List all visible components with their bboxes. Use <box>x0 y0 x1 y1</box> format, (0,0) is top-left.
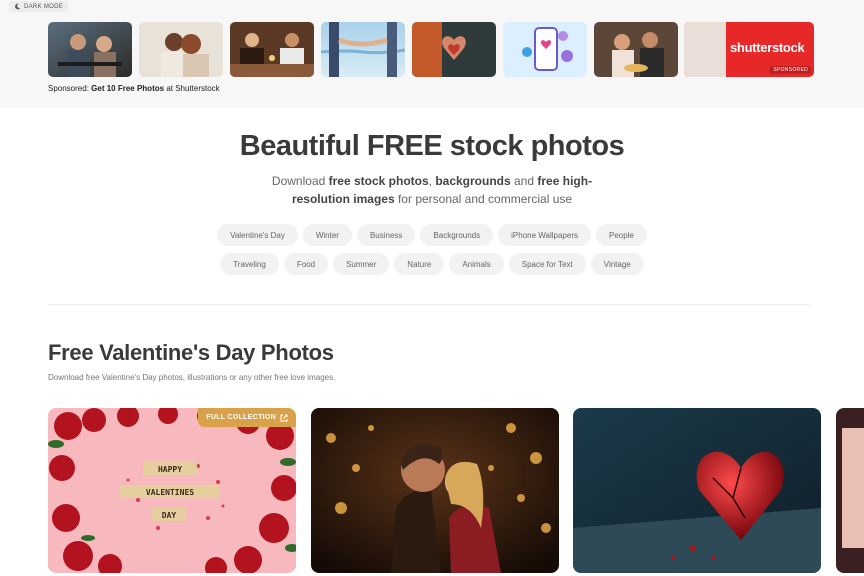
tag-chip[interactable]: Space for Text <box>508 253 586 275</box>
photo-card[interactable] <box>573 408 821 573</box>
sponsored-thumbnail[interactable] <box>594 22 678 77</box>
shutterstock-logo: shutterstock <box>730 40 805 55</box>
page-title: Beautiful FREE stock photos <box>239 130 625 162</box>
dark-mode-label: DARK MODE <box>24 3 64 10</box>
tag-chip[interactable]: Summer <box>333 253 390 275</box>
tag-chip[interactable]: Business <box>356 224 416 246</box>
sponsored-thumbnail[interactable] <box>230 22 314 77</box>
tag-chip[interactable]: Animals <box>449 253 504 275</box>
sponsored-thumbnail[interactable] <box>139 22 223 77</box>
tile-word: DAY <box>162 511 177 520</box>
dark-mode-toggle[interactable]: DARK MODE <box>9 1 69 12</box>
sponsored-thumbnail[interactable] <box>503 22 587 77</box>
photo-card[interactable] <box>836 408 864 573</box>
section-title: Free Valentine's Day Photos <box>48 340 334 365</box>
tag-chip[interactable]: iPhone Wallpapers <box>498 224 591 246</box>
full-collection-button[interactable]: FULL COLLECTION <box>198 408 296 427</box>
tile-word: HAPPY <box>158 465 182 474</box>
sponsored-badge: SPONSORED <box>770 66 811 74</box>
page-subtitle: Download free stock photos, backgrounds … <box>271 174 593 206</box>
tile-word: VALENTINES <box>146 488 194 497</box>
moon-icon <box>15 3 21 10</box>
sponsored-link[interactable]: Get 10 Free Photos <box>91 84 164 93</box>
tag-row: Valentine's Day Winter Business Backgrou… <box>0 224 864 246</box>
tag-chip[interactable]: Backgrounds <box>420 224 494 246</box>
sponsored-thumbnail[interactable] <box>412 22 496 77</box>
shutterstock-ad[interactable]: shutterstock SPONSORED <box>684 22 814 77</box>
section-subtitle: Download free Valentine's Day photos, il… <box>48 373 336 382</box>
divider <box>48 304 810 305</box>
sponsored-banner: DARK MODE shutterstock SPONSORED Sponsor… <box>0 0 864 108</box>
tag-chip[interactable]: Traveling <box>220 253 279 275</box>
sponsored-text: Sponsored: Get 10 Free Photos at Shutter… <box>48 84 220 93</box>
tag-chip[interactable]: Nature <box>394 253 445 275</box>
external-link-icon <box>280 414 288 421</box>
tag-chip[interactable]: Vintage <box>590 253 644 275</box>
photo-card[interactable] <box>311 408 559 573</box>
photo-card[interactable]: HAPPY VALENTINES DAY FULL COLLECTION <box>48 408 296 573</box>
tag-chip[interactable]: Valentine's Day <box>217 224 298 246</box>
tag-chip[interactable]: Food <box>283 253 329 275</box>
tag-chip[interactable]: People <box>595 224 647 246</box>
tag-chip[interactable]: Winter <box>302 224 352 246</box>
sponsored-thumbnail[interactable] <box>321 22 405 77</box>
tag-row: Traveling Food Summer Nature Animals Spa… <box>0 253 864 275</box>
sponsored-thumbnail[interactable] <box>48 22 132 77</box>
